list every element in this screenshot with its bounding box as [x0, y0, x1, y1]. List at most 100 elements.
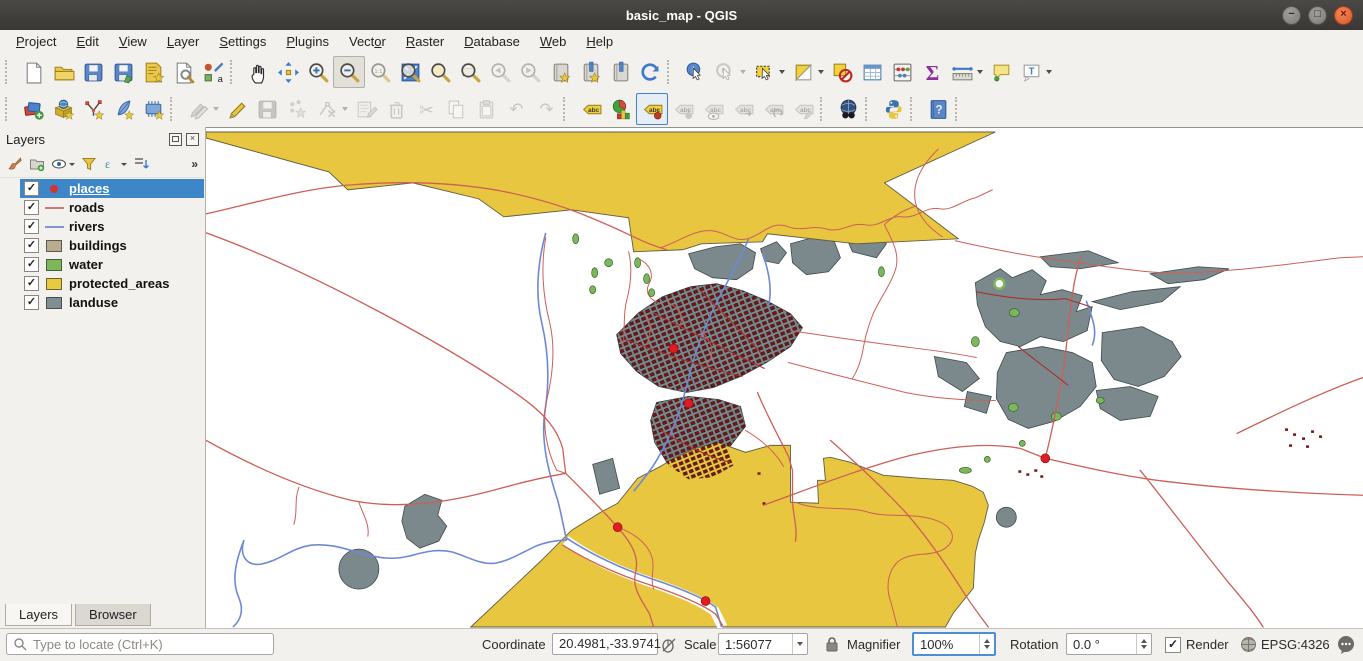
show-layout-manager-icon[interactable] [168, 57, 198, 87]
menu-plugins[interactable]: Plugins [276, 32, 339, 51]
paste-features-icon[interactable] [471, 94, 501, 124]
panel-tab-browser[interactable]: Browser [75, 604, 151, 626]
zoom-to-layer-icon[interactable] [455, 57, 485, 87]
zoom-out-icon[interactable] [333, 56, 365, 88]
locator-bar[interactable] [6, 633, 274, 655]
select-by-expression-icon[interactable] [788, 57, 818, 87]
panel-toolbar-overflow-icon[interactable]: » [191, 157, 198, 171]
current-edits-icon[interactable] [183, 94, 213, 124]
identify-features-icon[interactable]: i [680, 57, 710, 87]
modify-attributes-icon[interactable] [351, 94, 381, 124]
measure-icon[interactable] [947, 57, 977, 87]
zoom-native-icon[interactable]: 1:1 [365, 57, 395, 87]
menu-edit[interactable]: Edit [66, 32, 108, 51]
redo-icon[interactable]: ↷ [531, 94, 561, 124]
menu-web[interactable]: Web [530, 32, 577, 51]
scale-combo[interactable]: 1:56077 [718, 633, 808, 655]
panel-tab-layers[interactable]: Layers [5, 604, 72, 626]
coordinate-field[interactable]: 20.4981,-33.9741 [552, 633, 658, 655]
maximize-button[interactable]: □ [1308, 6, 1327, 25]
minimize-button[interactable]: − [1282, 6, 1301, 25]
extents-toggle-icon[interactable] [660, 636, 678, 654]
pan-to-selection-icon[interactable] [273, 57, 303, 87]
layer-checkbox[interactable]: ✓ [24, 276, 39, 291]
new-shapefile-layer-icon[interactable] [78, 94, 108, 124]
save-project-as-icon[interactable] [108, 57, 138, 87]
menu-raster[interactable]: Raster [396, 32, 454, 51]
layer-item-places[interactable]: ✓places [20, 179, 204, 198]
change-label-icon[interactable] [788, 94, 818, 124]
metasearch-icon[interactable] [833, 94, 863, 124]
panel-float-icon[interactable] [169, 133, 182, 146]
map-tips-icon[interactable] [986, 57, 1016, 87]
style-manager-icon[interactable]: a [198, 57, 228, 87]
scale-dropdown-icon[interactable] [792, 634, 807, 654]
messages-icon[interactable] [1336, 635, 1356, 655]
deselect-all-icon[interactable] [827, 57, 857, 87]
render-checkbox[interactable]: ✓ [1165, 637, 1181, 653]
menu-project[interactable]: Project [6, 32, 66, 51]
new-geopackage-layer-icon[interactable] [48, 94, 78, 124]
title-bar[interactable]: basic_map - QGIS − □ × [0, 0, 1363, 31]
new-virtual-layer-icon[interactable] [138, 94, 168, 124]
layer-checkbox[interactable]: ✓ [24, 219, 39, 234]
magnifier-spin-icons[interactable] [979, 634, 994, 654]
pan-map-icon[interactable] [243, 57, 273, 87]
zoom-full-icon[interactable] [395, 57, 425, 87]
layer-diagram-icon[interactable] [606, 94, 636, 124]
new-print-layout-icon[interactable] [138, 57, 168, 87]
run-feature-action-icon[interactable] [710, 57, 740, 87]
rotation-spinbox[interactable]: 0.0 ° [1066, 633, 1152, 655]
show-spatial-bookmarks-icon[interactable] [605, 57, 635, 87]
add-feature-icon[interactable] [282, 94, 312, 124]
locator-input[interactable] [31, 636, 273, 653]
statistics-icon[interactable]: Σ [917, 57, 947, 87]
new-bookmark-icon[interactable] [545, 57, 575, 87]
highlight-pinned-labels-icon[interactable] [668, 94, 698, 124]
move-label-icon[interactable] [728, 94, 758, 124]
copy-features-icon[interactable] [441, 94, 471, 124]
map-themes-icon[interactable] [51, 156, 75, 172]
delete-selected-icon[interactable] [381, 94, 411, 124]
layer-item-rivers[interactable]: ✓rivers [20, 217, 204, 236]
toggle-editing-icon[interactable] [222, 94, 252, 124]
zoom-to-selection-icon[interactable] [425, 57, 455, 87]
pin-labels-icon[interactable] [636, 93, 668, 125]
layer-checkbox[interactable]: ✓ [24, 238, 39, 253]
magnifier-spinbox[interactable]: 100% [912, 632, 996, 656]
text-annotation-icon[interactable]: T [1016, 57, 1046, 87]
map-canvas[interactable] [206, 127, 1363, 628]
zoom-in-icon[interactable] [303, 57, 333, 87]
layer-item-water[interactable]: ✓water [20, 255, 204, 274]
menu-vector[interactable]: Vector [339, 32, 396, 51]
lock-icon[interactable] [824, 636, 840, 653]
layer-item-buildings[interactable]: ✓buildings [20, 236, 204, 255]
show-hide-labels-icon[interactable] [698, 94, 728, 124]
zoom-last-icon[interactable] [485, 57, 515, 87]
panel-close-icon[interactable]: × [186, 133, 199, 146]
layer-labeling-icon[interactable] [576, 94, 606, 124]
menu-view[interactable]: View [109, 32, 157, 51]
layer-item-protected_areas[interactable]: ✓protected_areas [20, 274, 204, 293]
expression-filter-icon[interactable]: ε [103, 156, 127, 172]
rotation-spin-icons[interactable] [1136, 634, 1151, 654]
help-icon[interactable]: ? [923, 94, 953, 124]
menu-help[interactable]: Help [576, 32, 623, 51]
open-project-icon[interactable] [48, 57, 78, 87]
open-attribute-table-icon[interactable] [857, 57, 887, 87]
layer-styling-icon[interactable] [7, 156, 23, 172]
layer-item-landuse[interactable]: ✓landuse [20, 293, 204, 312]
layer-checkbox[interactable]: ✓ [24, 257, 39, 272]
field-calculator-icon[interactable] [887, 57, 917, 87]
save-project-icon[interactable] [78, 57, 108, 87]
layer-checkbox[interactable]: ✓ [24, 295, 39, 310]
add-group-icon[interactable] [29, 156, 45, 172]
crs-globe-icon[interactable] [1240, 636, 1257, 653]
new-project-icon[interactable] [18, 57, 48, 87]
show-bookmarks-icon[interactable] [575, 57, 605, 87]
layer-checkbox[interactable]: ✓ [24, 200, 39, 215]
zoom-next-icon[interactable] [515, 57, 545, 87]
undo-icon[interactable]: ↶ [501, 94, 531, 124]
menu-settings[interactable]: Settings [209, 32, 276, 51]
layer-item-roads[interactable]: ✓roads [20, 198, 204, 217]
